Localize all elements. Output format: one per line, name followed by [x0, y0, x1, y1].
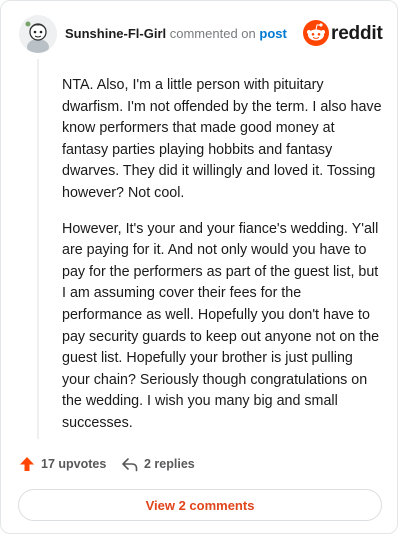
reply-arrow-icon	[122, 457, 138, 471]
username-link[interactable]: Sunshine-Fl-Girl	[65, 26, 166, 41]
reddit-logo: reddit	[303, 20, 383, 48]
comment-header: Sunshine-Fl-Girl commented on post reddi…	[19, 15, 383, 55]
view-comments-label: View 2 comments	[145, 497, 255, 513]
comment-paragraph: However, It's your and your fiance's wed…	[62, 220, 380, 431]
thread-line[interactable]	[37, 59, 39, 439]
upvote-count: 17 upvotes	[41, 457, 107, 471]
avatar[interactable]	[19, 15, 57, 53]
post-link[interactable]: post	[259, 26, 286, 41]
avatar-character-icon	[19, 15, 57, 53]
comment-card: Sunshine-Fl-Girl commented on post reddi…	[0, 0, 398, 534]
upvote-arrow-icon	[20, 457, 34, 471]
reply-count: 2 replies	[144, 457, 195, 471]
replies-button[interactable]: 2 replies	[121, 453, 195, 475]
reddit-snoo-icon	[303, 20, 329, 46]
comment-body: NTA. Also, I'm a little person with pitu…	[62, 75, 384, 449]
commented-on-text: commented on	[169, 26, 256, 41]
comment-paragraph: NTA. Also, I'm a little person with pitu…	[62, 77, 382, 201]
view-comments-button[interactable]: View 2 comments	[18, 489, 382, 521]
reddit-wordmark: reddit	[331, 23, 383, 44]
upvote-button[interactable]: 17 upvotes	[19, 453, 106, 475]
comment-byline: Sunshine-Fl-Girl commented on post	[65, 26, 287, 42]
comment-actions: 17 upvotes 2 replies	[19, 453, 381, 475]
